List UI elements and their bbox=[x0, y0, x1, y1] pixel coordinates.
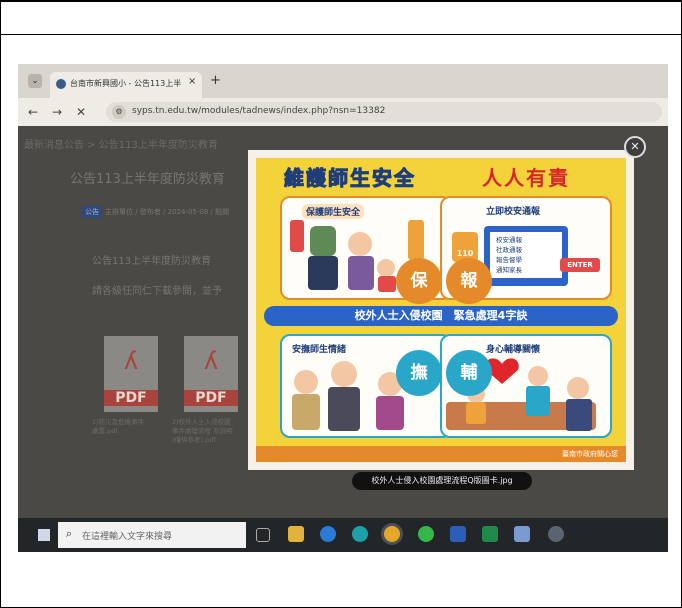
snipping-tool-icon[interactable] bbox=[548, 526, 564, 542]
poster-title-left: 維護師生安全 bbox=[284, 166, 416, 191]
report-line: 社政通報 bbox=[496, 246, 522, 254]
url-input[interactable]: ⚙ syps.tn.edu.tw/modules/tadnews/index.p… bbox=[106, 102, 662, 122]
report-list: 校安通報 社政通報 報告督學 通知家長 bbox=[490, 232, 562, 278]
char-circle: 輔 bbox=[446, 350, 492, 396]
stop-button[interactable]: ✕ bbox=[76, 105, 86, 119]
back-button[interactable]: ← bbox=[28, 105, 38, 119]
quadrant-heading: 立即校安通報 bbox=[486, 207, 541, 217]
url-text: syps.tn.edu.tw/modules/tadnews/index.php… bbox=[132, 106, 386, 116]
excel-icon[interactable] bbox=[482, 526, 498, 542]
body-paragraph-2: 請各級任同仁下載參閱，並予 bbox=[92, 286, 222, 297]
taskbar-search-input[interactable]: ⌕ 在這裡輸入文字來搜尋 bbox=[58, 522, 246, 548]
poster-title-right: 人人有責 bbox=[482, 166, 570, 190]
report-line: 校安通報 bbox=[496, 236, 522, 244]
line-icon[interactable] bbox=[418, 526, 434, 542]
forward-button[interactable]: → bbox=[52, 105, 62, 119]
poster-footer: 臺南市政府關心您 bbox=[256, 446, 626, 462]
post-meta: 公告 主辦單位 / 發布者 / 2024-05-08 / 點閱 bbox=[82, 206, 229, 218]
acrobat-icon: ʎ bbox=[203, 347, 219, 375]
search-icon: ⌕ bbox=[66, 527, 73, 540]
windows-start-icon[interactable] bbox=[38, 529, 50, 541]
poster-image: 維護師生安全 人人有責 保護師生安全 立即校安通報 110 校安通報 社政通報 … bbox=[256, 158, 626, 462]
tab-title: 台南市新興國小 - 公告113上半 bbox=[70, 79, 182, 88]
tab-list-button[interactable]: ⌄ bbox=[28, 74, 42, 88]
footer-text: 臺南市政府關心您 bbox=[562, 450, 618, 458]
body-paragraph-1: 公告113上半年度防災教育 bbox=[92, 256, 212, 267]
tab-close-icon[interactable]: × bbox=[188, 76, 196, 87]
report-line: 報告督學 bbox=[496, 256, 522, 264]
site-info-icon[interactable]: ⚙ bbox=[112, 105, 126, 119]
page-title: 公告113上半年度防災教育 bbox=[70, 172, 225, 187]
address-toolbar: ← → ✕ ⚙ syps.tn.edu.tw/modules/tadnews/i… bbox=[18, 98, 668, 126]
image-caption: 校外人士侵入校園處理流程Q版圖卡.jpg bbox=[352, 472, 532, 490]
char-circle: 撫 bbox=[396, 350, 442, 396]
file-explorer-icon[interactable] bbox=[288, 526, 304, 542]
pdf-file-icon[interactable]: ʎ PDF bbox=[104, 336, 158, 412]
header-divider bbox=[0, 34, 682, 35]
notepad-icon[interactable] bbox=[514, 526, 530, 542]
browser-tab[interactable]: 台南市新興國小 - 公告113上半 × bbox=[50, 72, 202, 98]
windows-taskbar: ⌕ 在這裡輸入文字來搜尋 bbox=[18, 518, 668, 552]
meta-text: 主辦單位 / 發布者 / 2024-05-08 / 點閱 bbox=[105, 208, 230, 216]
lightbox-close-icon[interactable]: ✕ bbox=[624, 136, 646, 158]
search-placeholder: 在這裡輸入文字來搜尋 bbox=[82, 532, 173, 542]
lightbox: 維護師生安全 人人有責 保護師生安全 立即校安通報 110 校安通報 社政通報 … bbox=[248, 150, 634, 470]
edge-icon[interactable] bbox=[352, 526, 368, 542]
favicon-icon bbox=[56, 79, 66, 89]
report-line: 通知家長 bbox=[496, 266, 522, 274]
acrobat-icon: ʎ bbox=[123, 347, 139, 375]
monitor-icon: 校安通報 社政通報 報告督學 通知家長 bbox=[484, 226, 568, 286]
browser-tab-bar: ⌄ 台南市新興國小 - 公告113上半 × + bbox=[18, 64, 668, 98]
pdf-label: PDF bbox=[104, 390, 158, 406]
breadcrumb: 最新消息公告 > 公告113上半年度防災教育 bbox=[24, 140, 218, 151]
screen-photo: ⌄ 台南市新興國小 - 公告113上半 × + ← → ✕ ⚙ syps.tn.… bbox=[18, 64, 668, 552]
task-view-icon[interactable] bbox=[256, 528, 270, 542]
char-circle: 保 bbox=[396, 258, 442, 304]
center-banner: 校外人士入侵校園 緊急處理4字訣 bbox=[264, 306, 618, 326]
chrome-icon[interactable] bbox=[384, 526, 400, 542]
category-badge[interactable]: 公告 bbox=[82, 206, 102, 218]
file-name-2[interactable]: 2)校外人士入侵校園 事件處理流程 及說明 (僅供參考).pdf bbox=[172, 418, 242, 445]
char-circle: 報 bbox=[446, 258, 492, 304]
pdf-label: PDF bbox=[184, 390, 238, 406]
enter-key: ENTER bbox=[560, 258, 600, 272]
pdf-file-icon[interactable]: ʎ PDF bbox=[184, 336, 238, 412]
edge-legacy-icon[interactable] bbox=[320, 526, 336, 542]
word-icon[interactable] bbox=[450, 526, 466, 542]
new-tab-button[interactable]: + bbox=[210, 73, 221, 88]
file-name-1[interactable]: 1)防災及危機事件 處置.pdf bbox=[92, 418, 162, 436]
